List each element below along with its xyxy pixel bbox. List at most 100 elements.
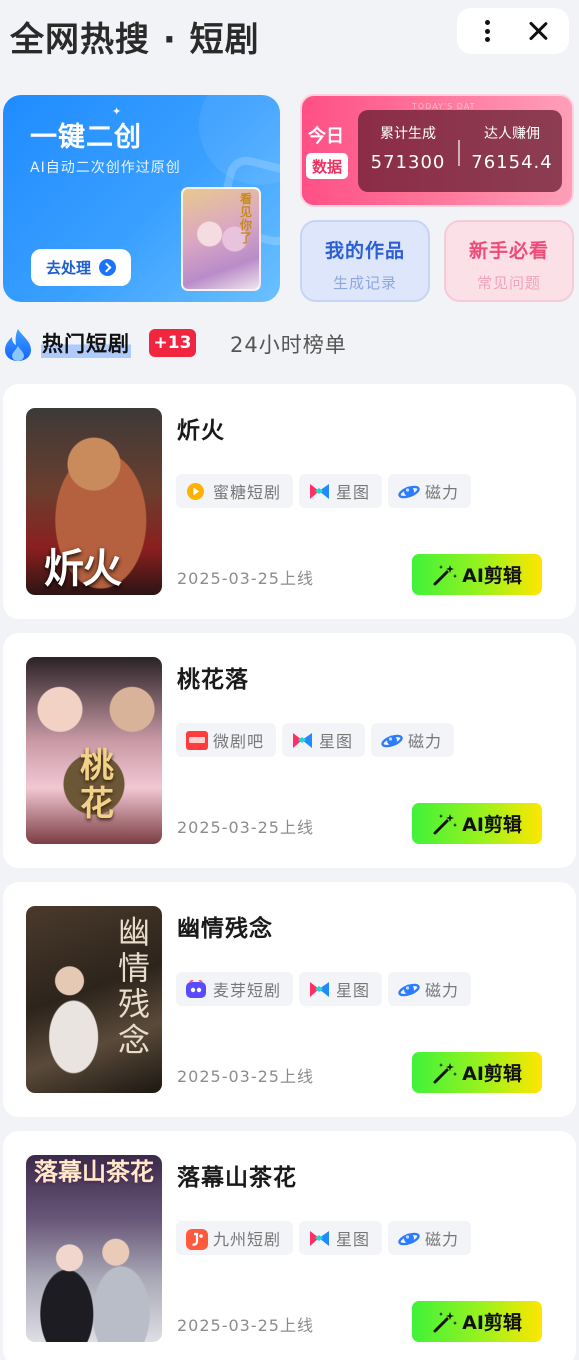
drama-poster: 落幕山茶花 <box>26 1155 162 1342</box>
ai-edit-label: AI剪辑 <box>462 1312 522 1334</box>
tab-bar: 热门短剧 +13 24小时榜单 <box>0 322 579 366</box>
xingtu-icon <box>309 980 330 999</box>
drama-title: 落幕山茶花 <box>177 1165 297 1191</box>
beginner-guide-card[interactable]: 新手必看 常见问题 <box>444 220 574 302</box>
top-bar: 全网热搜 · 短剧 <box>0 0 579 80</box>
beginner-guide-title: 新手必看 <box>468 240 549 262</box>
total-generated-label: 累计生成 <box>380 126 436 142</box>
page-title: 全网热搜 · 短剧 <box>10 20 260 60</box>
drama-title: 幽情残念 <box>177 916 273 942</box>
release-date: 2025-03-25上线 <box>177 818 314 837</box>
platform-chip[interactable]: 星图 <box>299 474 383 508</box>
platform-name: 麦芽短剧 <box>213 981 282 1000</box>
total-generated-stat: 累计生成 571300 <box>358 110 458 173</box>
cili-icon <box>398 482 420 501</box>
drama-poster-title: 幽情残念 <box>118 913 151 1059</box>
platform-name: 星图 <box>336 483 371 502</box>
total-generated-value: 571300 <box>370 152 446 173</box>
ai-edit-label: AI剪辑 <box>462 1063 522 1085</box>
drama-card[interactable]: 炘火 炘火 蜜糖短剧 星图 磁力 2025-03-25上线 AI剪辑 <box>3 384 576 619</box>
platform-name: 星图 <box>336 981 371 1000</box>
drama-card[interactable]: 幽情残念 幽情残念 麦芽短剧 星图 磁力 2025-03-25上线 AI剪辑 <box>3 882 576 1117</box>
platform-name: 磁力 <box>408 732 443 751</box>
platform-chip[interactable]: 磁力 <box>388 1221 472 1255</box>
ai-edit-label: AI剪辑 <box>462 565 522 587</box>
tab-24h-ranking[interactable]: 24小时榜单 <box>230 329 347 359</box>
drama-poster: 炘火 <box>26 408 162 595</box>
flame-icon <box>5 329 31 361</box>
platform-chip[interactable]: 星图 <box>299 1221 383 1255</box>
my-works-subtitle: 生成记录 <box>332 274 397 292</box>
platform-name: 磁力 <box>425 981 460 1000</box>
cili-icon <box>398 1229 420 1248</box>
my-works-card[interactable]: 我的作品 生成记录 <box>300 220 430 302</box>
drama-poster-title: 落幕山茶花 <box>34 1157 154 1186</box>
arrow-right-icon <box>99 259 116 276</box>
mitang-icon <box>186 482 205 501</box>
magic-wand-icon <box>432 563 458 587</box>
drama-poster: 幽情残念 <box>26 906 162 1093</box>
magic-wand-icon <box>432 812 458 836</box>
drama-poster-title: 炘火 <box>44 545 122 592</box>
magic-wand-icon <box>432 1061 458 1085</box>
ai-edit-button[interactable]: AI剪辑 <box>412 803 542 844</box>
platform-chip[interactable]: 磁力 <box>371 723 455 757</box>
more-vertical-icon[interactable] <box>475 18 499 44</box>
data-tag: 数据 <box>306 153 348 179</box>
platform-chip[interactable]: 蜜糖短剧 <box>176 474 294 508</box>
ai-edit-button[interactable]: AI剪辑 <box>412 1052 542 1093</box>
process-button[interactable]: 去处理 <box>31 249 131 286</box>
ai-edit-label: AI剪辑 <box>462 814 522 836</box>
drama-title: 桃花落 <box>177 667 249 693</box>
release-date: 2025-03-25上线 <box>177 569 314 588</box>
today-label: 今日 <box>308 126 344 147</box>
promo-poster-text: 看见你了 <box>239 192 252 245</box>
weijuba-icon <box>186 730 208 750</box>
process-button-label: 去处理 <box>45 259 91 277</box>
platform-name: 星图 <box>336 1230 371 1249</box>
platform-chip[interactable]: 磁力 <box>388 474 472 508</box>
platform-chip[interactable]: 微剧吧 <box>176 723 277 757</box>
jiuzhou-icon <box>186 1228 208 1250</box>
promo-subtitle: AI自动二次创作过原创 <box>30 160 181 176</box>
platform-chip[interactable]: 九州短剧 <box>176 1221 294 1255</box>
platform-chip[interactable]: 麦芽短剧 <box>176 972 294 1006</box>
my-works-title: 我的作品 <box>324 240 405 262</box>
mini-program-capsule <box>457 8 569 54</box>
today-stats-card[interactable]: TODAY'S DAT 今日 数据 累计生成 571300 达人赚佣 76154… <box>300 94 574 207</box>
drama-poster: 桃花 <box>26 657 162 844</box>
promo-poster-image: 看见你了 <box>181 187 261 291</box>
promo-title: 一键二创 <box>30 122 142 153</box>
sparkle-icon: ✦ <box>112 105 122 118</box>
platform-chip[interactable]: 星图 <box>282 723 366 757</box>
platform-list: 麦芽短剧 星图 磁力 <box>176 972 472 1006</box>
one-click-recreate-card[interactable]: 一键二创 ✦ AI自动二次创作过原创 去处理 看见你了 <box>3 95 280 302</box>
platform-list: 蜜糖短剧 星图 磁力 <box>176 474 472 508</box>
release-date: 2025-03-25上线 <box>177 1067 314 1086</box>
xingtu-icon <box>309 482 330 501</box>
stats-divider <box>458 140 460 166</box>
drama-poster-title: 桃花 <box>80 746 114 824</box>
ai-edit-button[interactable]: AI剪辑 <box>412 554 542 595</box>
platform-name: 蜜糖短剧 <box>213 483 282 502</box>
ai-edit-button[interactable]: AI剪辑 <box>412 1301 542 1342</box>
platform-name: 磁力 <box>425 1230 460 1249</box>
commission-value: 76154.4 <box>471 152 553 173</box>
xingtu-icon <box>292 731 313 750</box>
platform-name: 九州短剧 <box>213 1230 282 1249</box>
tab-hot-dramas[interactable]: 热门短剧 <box>41 328 131 358</box>
release-date: 2025-03-25上线 <box>177 1316 314 1335</box>
hot-count-badge: +13 <box>149 329 196 357</box>
platform-list: 微剧吧 星图 磁力 <box>176 723 455 757</box>
close-icon[interactable] <box>525 18 551 44</box>
commission-stat: 达人赚佣 76154.4 <box>462 110 562 173</box>
platform-chip[interactable]: 星图 <box>299 972 383 1006</box>
cili-icon <box>398 980 420 999</box>
stats-panel: 累计生成 571300 达人赚佣 76154.4 <box>358 110 562 192</box>
platform-name: 磁力 <box>425 483 460 502</box>
drama-card[interactable]: 桃花 桃花落 微剧吧 星图 磁力 2025-03-25上线 AI剪辑 <box>3 633 576 868</box>
platform-name: 星图 <box>319 732 354 751</box>
magic-wand-icon <box>432 1310 458 1334</box>
drama-card[interactable]: 落幕山茶花 落幕山茶花 九州短剧 星图 磁力 2025-03-25上线 AI剪辑 <box>3 1131 576 1360</box>
platform-chip[interactable]: 磁力 <box>388 972 472 1006</box>
